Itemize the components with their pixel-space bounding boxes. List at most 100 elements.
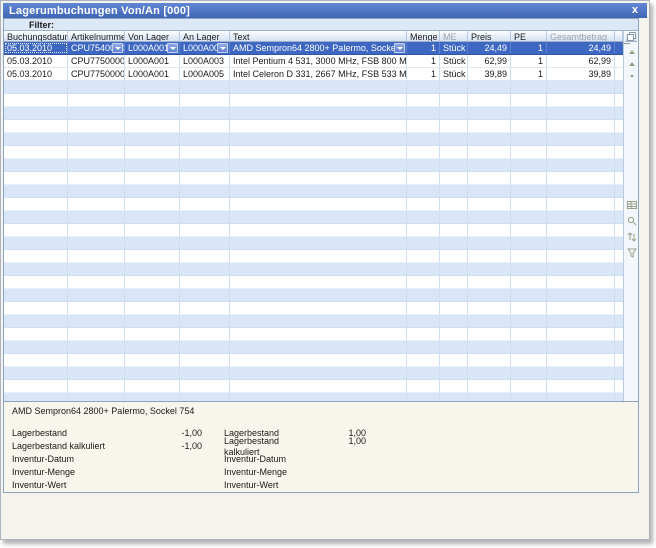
inventur-menge-von-value bbox=[147, 467, 202, 478]
scroll-up-small-icon[interactable] bbox=[626, 70, 637, 81]
empty-row bbox=[4, 250, 623, 263]
lagerbestand-kalkuliert-von-value: -1,00 bbox=[147, 441, 202, 452]
scroll-top-icon[interactable] bbox=[626, 46, 637, 57]
column-header-preis[interactable]: Preis bbox=[468, 31, 511, 41]
empty-row bbox=[4, 380, 623, 393]
cell-buchungsdatum[interactable]: 05.03.2010 bbox=[4, 42, 68, 54]
title-bar[interactable]: Lagerumbuchungen Von/An [000] x bbox=[3, 3, 647, 18]
cell-preis[interactable]: 62,99 bbox=[468, 55, 511, 67]
inventur-datum-von-label: Inventur-Datum bbox=[12, 454, 147, 465]
empty-row bbox=[4, 211, 623, 224]
grid-body: 05.03.2010 CPU75400003 L000A001 L000A002… bbox=[4, 42, 623, 401]
close-icon[interactable]: x bbox=[629, 5, 641, 16]
empty-row bbox=[4, 81, 623, 94]
cell-preis[interactable]: 39,89 bbox=[468, 68, 511, 80]
inventur-wert-von-value bbox=[147, 480, 202, 491]
empty-row bbox=[4, 159, 623, 172]
cell-text[interactable]: Intel Celeron D 331, 2667 MHz, FSB 533 M… bbox=[230, 68, 407, 80]
filter-row[interactable]: Filter: bbox=[4, 19, 638, 31]
dropdown-button[interactable] bbox=[217, 43, 228, 53]
empty-row bbox=[4, 276, 623, 289]
cell-text[interactable]: AMD Sempron64 2800+ Palermo, Sockel 754 bbox=[230, 42, 407, 54]
column-header-buchungsdatum[interactable]: Buchungsdatum bbox=[4, 31, 68, 41]
cell-pe[interactable]: 1 bbox=[511, 55, 547, 67]
cell-text[interactable]: Intel Pentium 4 531, 3000 MHz, FSB 800 M… bbox=[230, 55, 407, 67]
app-window: Lagerumbuchungen Von/An [000] x Filter: … bbox=[0, 0, 650, 540]
cell-an-lager[interactable]: L000A005 bbox=[180, 68, 230, 80]
column-header-row: Buchungsdatum Artikelnummer Von Lager An… bbox=[4, 31, 623, 42]
empty-row bbox=[4, 133, 623, 146]
column-header-von-lager[interactable]: Von Lager bbox=[125, 31, 180, 41]
cell-an-lager[interactable]: L000A002 bbox=[180, 42, 230, 54]
inventur-wert-an-value bbox=[316, 480, 366, 491]
lagerbestand-von-value: -1,00 bbox=[147, 428, 202, 439]
cell-artikelnummer[interactable]: CPU75400003 bbox=[68, 42, 125, 54]
empty-row bbox=[4, 328, 623, 341]
dropdown-button[interactable] bbox=[112, 43, 123, 53]
window-title: Lagerumbuchungen Von/An [000] bbox=[9, 5, 190, 17]
cell-von-lager[interactable]: L000A001 bbox=[125, 55, 180, 67]
empty-row bbox=[4, 107, 623, 120]
inventur-menge-von-label: Inventur-Menge bbox=[12, 467, 147, 478]
cell-buchungsdatum[interactable]: 05.03.2010 bbox=[4, 68, 68, 80]
empty-row bbox=[4, 315, 623, 328]
grid-side-strip bbox=[623, 31, 638, 401]
cell-preis[interactable]: 24,49 bbox=[468, 42, 511, 54]
empty-row bbox=[4, 302, 623, 315]
cell-buchungsdatum[interactable]: 05.03.2010 bbox=[4, 55, 68, 67]
inventur-menge-an-value bbox=[316, 467, 366, 478]
empty-row bbox=[4, 263, 623, 276]
cell-von-lager[interactable]: L000A001 bbox=[125, 68, 180, 80]
column-header-menge[interactable]: Menge bbox=[407, 31, 440, 41]
inventur-menge-an-label: Inventur-Menge bbox=[224, 467, 316, 478]
empty-row bbox=[4, 393, 623, 401]
grid-area: Buchungsdatum Artikelnummer Von Lager An… bbox=[4, 31, 638, 401]
column-header-artikelnummer[interactable]: Artikelnummer bbox=[68, 31, 125, 41]
column-header-filler bbox=[615, 31, 623, 41]
column-header-me[interactable]: ME bbox=[440, 31, 468, 41]
column-header-gesamtbetrag[interactable]: Gesamtbetrag bbox=[547, 31, 615, 41]
cell-menge[interactable]: 1 bbox=[407, 55, 440, 67]
column-header-text[interactable]: Text bbox=[230, 31, 407, 41]
empty-row bbox=[4, 146, 623, 159]
cell-gesamtbetrag[interactable]: 24,49 bbox=[547, 42, 615, 54]
empty-row bbox=[4, 185, 623, 198]
stock-transfer-grid: Filter: Buchungsdatum Artikelnummer Von … bbox=[3, 18, 639, 493]
column-header-pe[interactable]: PE bbox=[511, 31, 547, 41]
cell-me[interactable]: Stück bbox=[440, 68, 468, 80]
dropdown-button[interactable] bbox=[167, 43, 178, 53]
column-header-an-lager[interactable]: An Lager bbox=[180, 31, 230, 41]
filter-label: Filter: bbox=[29, 20, 54, 30]
cell-gesamtbetrag[interactable]: 39,89 bbox=[547, 68, 615, 80]
cell-menge[interactable]: 1 bbox=[407, 42, 440, 54]
cell-von-lager[interactable]: L000A001 bbox=[125, 42, 180, 54]
empty-row bbox=[4, 120, 623, 133]
empty-row bbox=[4, 354, 623, 367]
cell-pe[interactable]: 1 bbox=[511, 42, 547, 54]
filter-icon[interactable] bbox=[626, 247, 637, 258]
inventur-datum-von-value bbox=[147, 454, 202, 465]
cell-menge[interactable]: 1 bbox=[407, 68, 440, 80]
cell-artikelnummer[interactable]: CPU77500002 bbox=[68, 68, 125, 80]
cell-an-lager[interactable]: L000A003 bbox=[180, 55, 230, 67]
search-icon[interactable] bbox=[626, 215, 637, 226]
dropdown-button[interactable] bbox=[394, 43, 405, 53]
cell-gesamtbetrag[interactable]: 62,99 bbox=[547, 55, 615, 67]
inventur-datum-an-label: Inventur-Datum bbox=[224, 454, 316, 465]
cell-me[interactable]: Stück bbox=[440, 55, 468, 67]
cell-me[interactable]: Stück bbox=[440, 42, 468, 54]
table-row[interactable]: 05.03.2010 CPU77500001 L000A001 L000A003… bbox=[4, 55, 623, 68]
grid-icon[interactable] bbox=[626, 199, 637, 210]
empty-row bbox=[4, 367, 623, 380]
grid-main: Buchungsdatum Artikelnummer Von Lager An… bbox=[4, 31, 623, 401]
cell-artikelnummer[interactable]: CPU77500001 bbox=[68, 55, 125, 67]
cell-pe[interactable]: 1 bbox=[511, 68, 547, 80]
table-row-selected[interactable]: 05.03.2010 CPU75400003 L000A001 L000A002… bbox=[4, 42, 623, 55]
empty-row bbox=[4, 237, 623, 250]
empty-row bbox=[4, 224, 623, 237]
inventur-datum-an-value bbox=[316, 454, 366, 465]
table-row[interactable]: 05.03.2010 CPU77500002 L000A001 L000A005… bbox=[4, 68, 623, 81]
scroll-up-icon[interactable] bbox=[626, 58, 637, 69]
sort-icon[interactable] bbox=[626, 231, 637, 242]
column-chooser-icon[interactable] bbox=[625, 31, 637, 42]
